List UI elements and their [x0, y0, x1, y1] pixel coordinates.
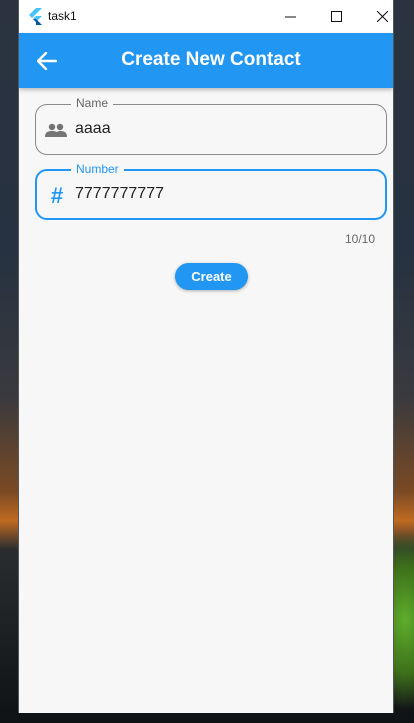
app-bar: Create New Contact [19, 33, 393, 88]
number-field[interactable]: Number # 7777777777 [35, 162, 387, 220]
number-field-label: Number [71, 162, 124, 176]
create-button[interactable]: Create [175, 263, 248, 290]
minimize-button[interactable] [267, 0, 313, 33]
close-button[interactable] [359, 0, 393, 33]
hash-prefix: # [50, 183, 64, 208]
number-input[interactable]: 7777777777 [75, 185, 164, 203]
app-window: task1 Create New Contact Name aaaa Numbe… [18, 0, 394, 713]
close-icon [376, 11, 388, 22]
minimize-icon [284, 16, 296, 18]
name-field[interactable]: Name aaaa [35, 96, 387, 155]
name-field-label: Name [71, 96, 114, 110]
character-counter: 10/10 [344, 232, 375, 246]
flutter-logo-icon [29, 8, 42, 25]
people-icon [44, 119, 68, 141]
page-title: Create New Contact [121, 49, 301, 70]
name-input[interactable]: aaaa [75, 120, 111, 138]
maximize-button[interactable] [313, 0, 359, 33]
window-title: task1 [48, 9, 77, 23]
maximize-icon [330, 11, 342, 22]
window-titlebar: task1 [19, 0, 393, 33]
hash-icon: # [45, 185, 69, 207]
